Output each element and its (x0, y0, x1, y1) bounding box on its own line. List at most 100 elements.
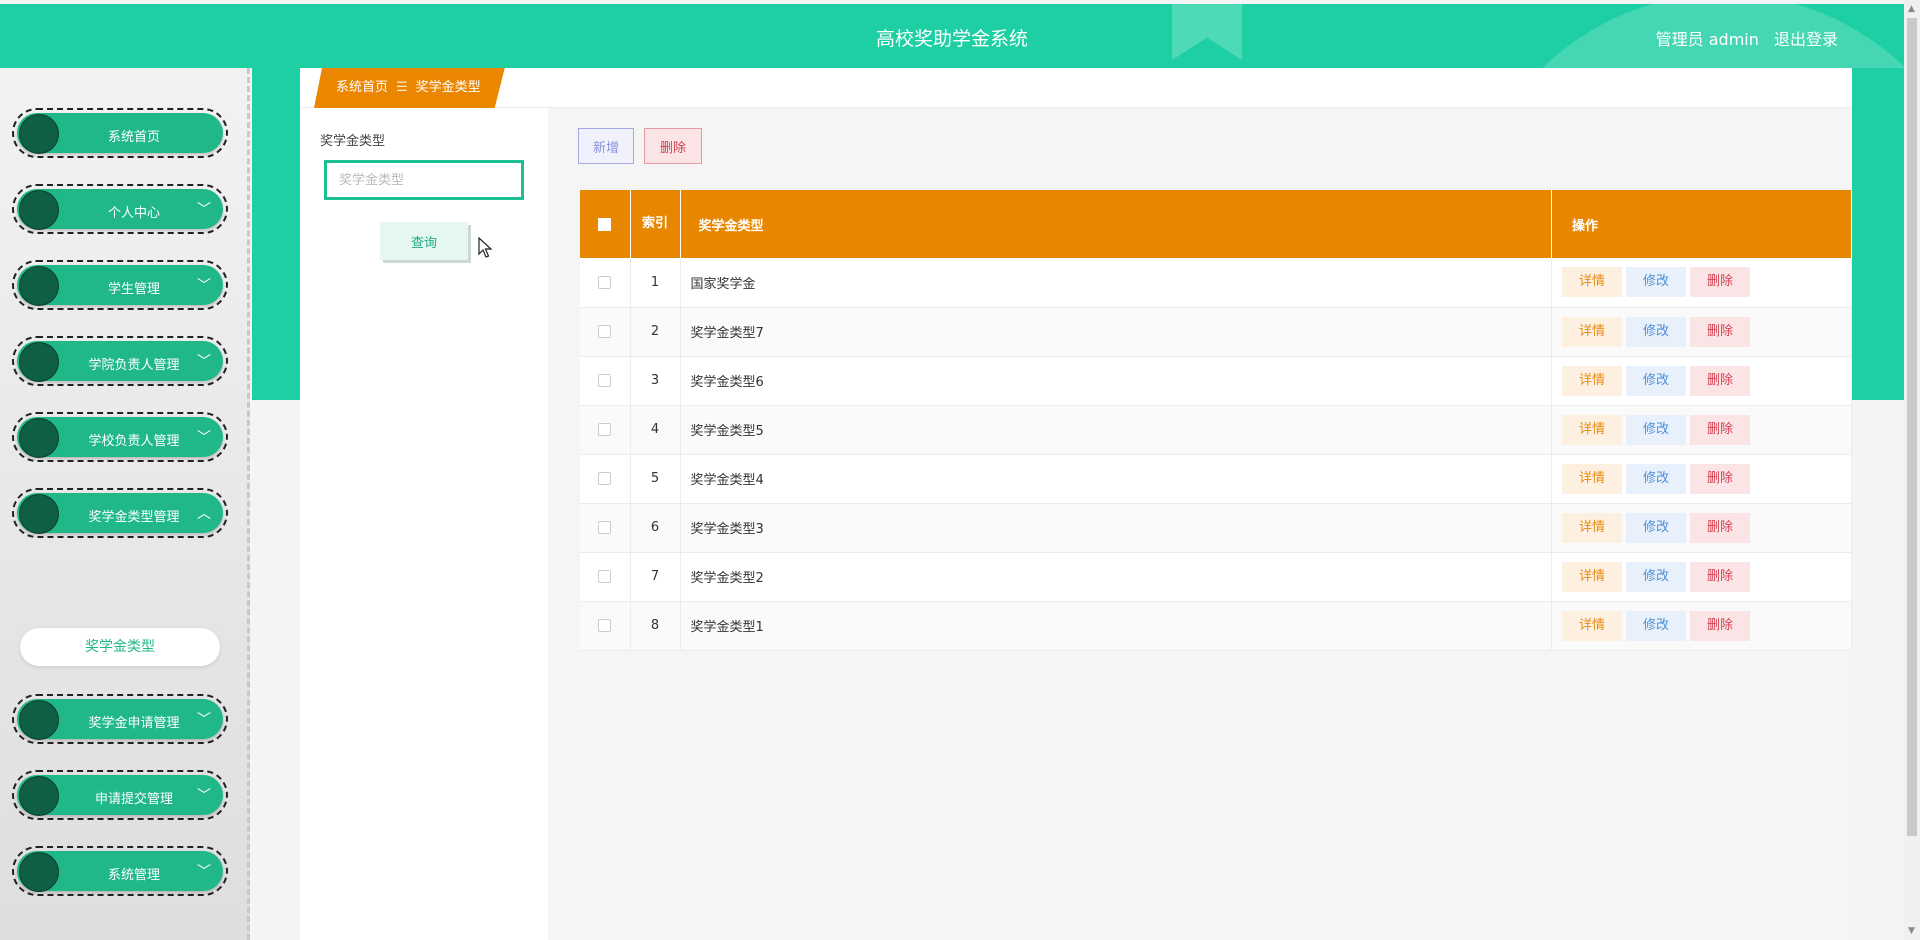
sidebar-item-pill: 学生管理 ﹀ (17, 265, 223, 306)
delete-button[interactable]: 删除 (1690, 316, 1750, 347)
scroll-up-icon[interactable]: ▲ (1908, 4, 1915, 14)
sidebar-item-4[interactable]: 学校负责人管理 ﹀ (12, 412, 228, 462)
scrollbar-thumb[interactable] (1907, 18, 1917, 836)
sidebar-item-dot-icon (19, 418, 59, 458)
row-index: 7 (630, 552, 681, 602)
search-panel: 奖学金类型 查询 (300, 108, 548, 940)
add-button[interactable]: 新增 (578, 128, 634, 164)
edit-button[interactable]: 修改 (1626, 561, 1686, 592)
row-index: 1 (630, 258, 681, 308)
row-select-cell (580, 307, 631, 357)
row-actions: 详情 修改 删除 (1551, 503, 1852, 553)
row-checkbox[interactable] (598, 374, 612, 387)
logout-link[interactable]: 退出登录 (1774, 30, 1838, 49)
query-button[interactable]: 查询 (380, 222, 468, 260)
chevron-icon: ﹀ (197, 864, 211, 880)
search-input[interactable] (324, 160, 524, 200)
sidebar-item-6[interactable]: 奖学金申请管理 ﹀ (12, 694, 228, 744)
sidebar-item-0[interactable]: 系统首页 (12, 108, 228, 158)
delete-button[interactable]: 删除 (1690, 512, 1750, 543)
table-row: 7 奖学金类型2 详情 修改 删除 (580, 552, 1852, 602)
detail-button[interactable]: 详情 (1562, 463, 1622, 494)
detail-button[interactable]: 详情 (1562, 512, 1622, 543)
row-checkbox[interactable] (598, 521, 612, 534)
delete-button[interactable]: 删除 (1690, 414, 1750, 445)
row-select-cell (580, 552, 631, 602)
row-actions: 详情 修改 删除 (1551, 356, 1852, 406)
index-header: 索引 (630, 190, 681, 258)
sidebar-item-label: 学校负责人管理 (88, 434, 180, 449)
sidebar-item-1[interactable]: 个人中心 ﹀ (12, 184, 228, 234)
row-name: 奖学金类型3 (680, 503, 1552, 553)
edit-button[interactable]: 修改 (1626, 365, 1686, 396)
sidebar-item-pill: 奖学金类型管理 ︿ (17, 493, 223, 534)
table-row: 3 奖学金类型6 详情 修改 删除 (580, 356, 1852, 406)
select-all-checkbox[interactable] (598, 217, 612, 231)
submenu-item-scholarship-type[interactable]: 奖学金类型 (20, 628, 220, 666)
sidebar-item-label: 申请提交管理 (94, 792, 173, 807)
delete-button[interactable]: 删除 (1690, 610, 1750, 641)
row-actions: 详情 修改 删除 (1551, 601, 1852, 651)
edit-button[interactable]: 修改 (1626, 610, 1686, 641)
chevron-icon: ﹀ (197, 430, 211, 446)
sidebar-item-dot-icon (19, 494, 59, 534)
breadcrumb-home[interactable]: 系统首页 (336, 80, 388, 95)
batch-delete-button[interactable]: 删除 (644, 128, 702, 164)
delete-button[interactable]: 删除 (1690, 365, 1750, 396)
scroll-down-icon[interactable]: ▼ (1908, 926, 1915, 936)
chevron-icon: ﹀ (197, 202, 211, 218)
sidebar-item-dot-icon (19, 114, 59, 154)
row-checkbox[interactable] (598, 275, 612, 289)
edit-button[interactable]: 修改 (1626, 512, 1686, 543)
sidebar-item-3[interactable]: 学院负责人管理 ﹀ (12, 336, 228, 386)
edit-button[interactable]: 修改 (1626, 463, 1686, 494)
sidebar-item-label: 奖学金类型管理 (88, 510, 180, 525)
sidebar-item-pill: 学校负责人管理 ﹀ (17, 417, 223, 458)
sidebar-item-5[interactable]: 奖学金类型管理 ︿ (12, 488, 228, 538)
detail-button[interactable]: 详情 (1562, 561, 1622, 592)
chevron-icon: ﹀ (197, 354, 211, 370)
detail-button[interactable]: 详情 (1562, 365, 1622, 396)
sidebar-item-pill: 系统管理 ﹀ (17, 851, 223, 892)
detail-button[interactable]: 详情 (1562, 610, 1622, 641)
row-select-cell (580, 503, 631, 553)
row-checkbox[interactable] (598, 472, 612, 485)
row-checkbox[interactable] (598, 325, 612, 338)
delete-button[interactable]: 删除 (1690, 463, 1750, 494)
app-title: 高校奖助学金系统 (875, 28, 1028, 50)
row-name: 奖学金类型4 (680, 454, 1552, 504)
breadcrumb-current: 奖学金类型 (415, 80, 481, 95)
row-checkbox[interactable] (598, 423, 612, 436)
delete-button[interactable]: 删除 (1690, 267, 1750, 298)
sidebar-item-pill: 系统首页 (17, 113, 223, 154)
detail-button[interactable]: 详情 (1562, 267, 1622, 298)
search-label: 奖学金类型 (320, 134, 386, 149)
row-checkbox[interactable] (598, 570, 612, 583)
detail-button[interactable]: 详情 (1562, 414, 1622, 445)
sidebar-item-8[interactable]: 系统管理 ﹀ (12, 846, 228, 896)
sidebar-item-label: 系统管理 (107, 868, 160, 883)
edit-button[interactable]: 修改 (1626, 316, 1686, 347)
row-select-cell (580, 356, 631, 406)
sidebar-item-7[interactable]: 申请提交管理 ﹀ (12, 770, 228, 820)
edit-button[interactable]: 修改 (1626, 267, 1686, 298)
row-actions: 详情 修改 删除 (1551, 307, 1852, 357)
delete-button[interactable]: 删除 (1690, 561, 1750, 592)
row-actions: 详情 修改 删除 (1551, 405, 1852, 455)
edit-button[interactable]: 修改 (1626, 414, 1686, 445)
vertical-scrollbar[interactable]: ▲ ▼ (1904, 0, 1920, 940)
row-name: 奖学金类型7 (680, 307, 1552, 357)
detail-button[interactable]: 详情 (1562, 316, 1622, 347)
user-area: 管理员 admin 退出登录 (1646, 26, 1838, 50)
chevron-icon: ﹀ (197, 712, 211, 728)
table-row: 5 奖学金类型4 详情 修改 删除 (580, 454, 1852, 504)
row-index: 4 (630, 405, 681, 455)
sidebar-item-label: 学生管理 (107, 282, 160, 297)
row-name: 国家奖学金 (680, 258, 1552, 308)
data-table: 索引 奖学金类型 操作 1 国家奖学金 详情 修改 删除 2 奖学金类型7 详情 修改 删除 3 奖学… (580, 190, 1852, 651)
sidebar-item-2[interactable]: 学生管理 ﹀ (12, 260, 228, 310)
row-checkbox[interactable] (598, 619, 612, 632)
row-select-cell (580, 601, 631, 651)
mouse-cursor-icon (478, 237, 493, 258)
menu-icon: ☰ (396, 80, 408, 95)
